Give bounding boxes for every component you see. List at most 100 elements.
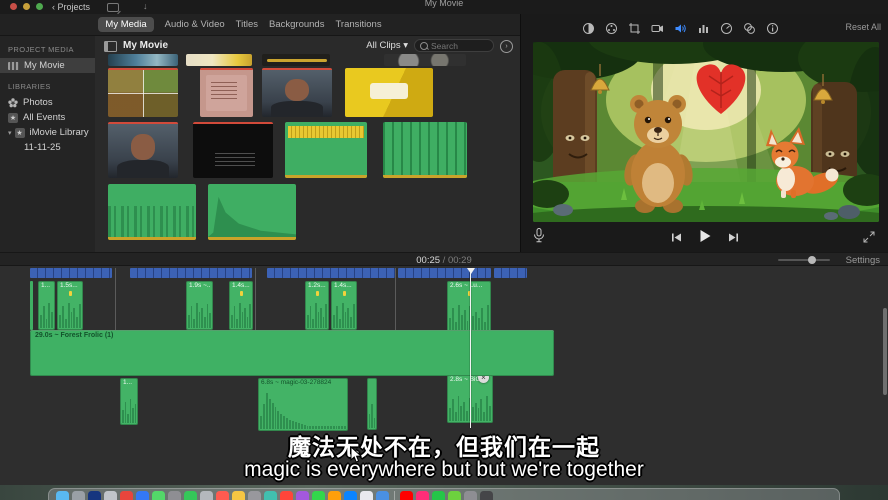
dock-app-icon[interactable]	[232, 491, 245, 500]
media-thumbnail-prompt[interactable]	[345, 68, 433, 117]
dock-app-icon[interactable]	[216, 491, 229, 500]
timeline-settings-button[interactable]: Settings	[846, 255, 880, 266]
timeline-sound-effect-clip[interactable]: 1...	[120, 378, 138, 425]
clip-separator	[115, 268, 116, 330]
playback-time: 00:25 / 00:29	[0, 255, 888, 266]
dock-app-icon[interactable]	[264, 491, 277, 500]
subtitle-title-bar[interactable]	[30, 268, 112, 278]
dock-app-icon[interactable]	[344, 491, 357, 500]
dock-app-icon[interactable]	[480, 491, 493, 500]
dock-app-icon[interactable]	[120, 491, 133, 500]
dock-app-icon[interactable]	[448, 491, 461, 500]
volume-icon[interactable]	[673, 21, 687, 35]
media-thumbnail-ayellow[interactable]	[285, 122, 367, 178]
dock-app-icon[interactable]	[312, 491, 325, 500]
timeline-audio-clip[interactable]: 1.4s...	[229, 281, 253, 330]
chevron-down-icon[interactable]: ▾	[8, 129, 12, 137]
media-thumbnail-s2[interactable]	[186, 54, 252, 66]
search-box[interactable]	[414, 39, 494, 52]
dock-app-icon[interactable]	[328, 491, 341, 500]
info-icon[interactable]	[765, 21, 779, 35]
video-preview[interactable]	[533, 42, 879, 222]
clip-label: 1.4s...	[232, 282, 251, 289]
media-thumbnail-bears[interactable]	[108, 68, 178, 117]
timeline-scrollbar[interactable]	[883, 308, 887, 395]
filmstrip-icon	[8, 62, 19, 70]
speed-icon[interactable]	[719, 21, 733, 35]
next-frame-button[interactable]	[728, 230, 739, 248]
dock-app-icon[interactable]	[88, 491, 101, 500]
dock-app-icon[interactable]	[432, 491, 445, 500]
timeline-audio-clip[interactable]: 1...	[38, 281, 55, 330]
color-balance-icon[interactable]	[581, 21, 595, 35]
media-thumbnail-screen[interactable]	[193, 122, 273, 178]
sidebar-item-imovie-library[interactable]: ▾★iMovie Library	[0, 125, 95, 140]
clip-filter-icon[interactable]	[742, 21, 756, 35]
media-thumbnail-person[interactable]	[108, 122, 178, 178]
sidebar-item-my-movie[interactable]: My Movie	[0, 58, 95, 73]
media-thumbnail-person[interactable]	[262, 68, 332, 117]
dock-app-icon[interactable]	[152, 491, 165, 500]
playhead-marker-icon[interactable]	[467, 268, 475, 274]
timeline-zoom-slider[interactable]	[778, 259, 830, 261]
play-button[interactable]	[698, 229, 712, 248]
search-input[interactable]	[431, 41, 488, 51]
dock-app-icon[interactable]	[72, 491, 85, 500]
color-correction-icon[interactable]	[604, 21, 618, 35]
tab-audio-video[interactable]: Audio & Video	[165, 19, 225, 30]
sidebar-item-all-events[interactable]: ★All Events	[0, 110, 95, 125]
dock-app-icon[interactable]	[248, 491, 261, 500]
subtitle-title-bar[interactable]	[267, 268, 395, 278]
subtitle-title-bar[interactable]	[494, 268, 527, 278]
timeline-audio-clip[interactable]: 1.5s...	[57, 281, 83, 330]
dock-app-icon[interactable]	[136, 491, 149, 500]
media-thumbnail-awave[interactable]	[108, 184, 196, 240]
zoom-slider-knob[interactable]	[808, 256, 816, 264]
timeline-audio-clip[interactable]: 1.2s...	[305, 281, 329, 330]
timeline-audio-clip[interactable]: 1.9s ~...	[186, 281, 213, 330]
dock-app-icon[interactable]	[464, 491, 477, 500]
dock-app-icon[interactable]	[360, 491, 373, 500]
noise-reduction-icon[interactable]	[696, 21, 710, 35]
playhead[interactable]	[470, 268, 471, 428]
stabilization-icon[interactable]	[650, 21, 664, 35]
dock-app-icon[interactable]	[104, 491, 117, 500]
dock-app-icon[interactable]	[56, 491, 69, 500]
media-thumbnail-s4[interactable]	[384, 54, 466, 66]
subtitle-title-bar[interactable]	[130, 268, 252, 278]
dock-app-icon[interactable]	[280, 491, 293, 500]
reset-all-button[interactable]: Reset All	[845, 22, 881, 32]
tab-titles[interactable]: Titles	[236, 19, 258, 30]
sidebar-item-11-11-25[interactable]: 11-11-25	[0, 140, 95, 155]
previous-frame-button[interactable]	[671, 230, 682, 248]
content-navigator-icon[interactable]: ›	[500, 40, 513, 53]
fullscreen-icon[interactable]	[863, 230, 875, 248]
dock-app-icon[interactable]	[376, 491, 389, 500]
tab-transitions[interactable]: Transitions	[335, 19, 381, 30]
media-thumbnail-note[interactable]	[200, 68, 253, 117]
dock-app-icon[interactable]	[184, 491, 197, 500]
tab-backgrounds[interactable]: Backgrounds	[269, 19, 324, 30]
media-thumbnail-s3[interactable]	[262, 54, 330, 66]
sidebar-item-photos[interactable]: Photos	[0, 95, 95, 110]
media-thumbnail-aspikes[interactable]	[383, 122, 467, 178]
media-thumbnail-s1[interactable]	[108, 54, 178, 66]
tab-my-media[interactable]: My Media	[98, 17, 153, 32]
dock-app-icon[interactable]	[416, 491, 429, 500]
timeline-audio-clip[interactable]: 1.4s...	[331, 281, 357, 330]
media-thumbnail-adecay[interactable]	[208, 184, 296, 240]
clip-label: 6.8s ~ magic-03-278824	[261, 379, 346, 386]
timeline-toolbar: 00:25 / 00:29 Settings	[0, 252, 888, 266]
timeline-audio-clip[interactable]: 2.6s ~ Lu...	[447, 281, 491, 334]
dock-app-icon[interactable]	[400, 491, 413, 500]
dock-app-icon[interactable]	[168, 491, 181, 500]
clip-filter-dropdown[interactable]: All Clips ▾	[366, 40, 408, 51]
dock-app-icon[interactable]	[296, 491, 309, 500]
timeline-sound-effect-clip[interactable]	[367, 378, 377, 430]
subtitle-title-bar[interactable]	[398, 268, 491, 278]
dock-app-icon[interactable]	[200, 491, 213, 500]
sidebar-toggle-icon[interactable]	[104, 41, 117, 52]
crop-icon[interactable]	[627, 21, 641, 35]
timeline-sound-effect-clip[interactable]: 6.8s ~ magic-03-278824	[258, 378, 348, 431]
background-music-clip[interactable]: 29.0s ~ Forest Frolic (1)	[30, 330, 554, 376]
